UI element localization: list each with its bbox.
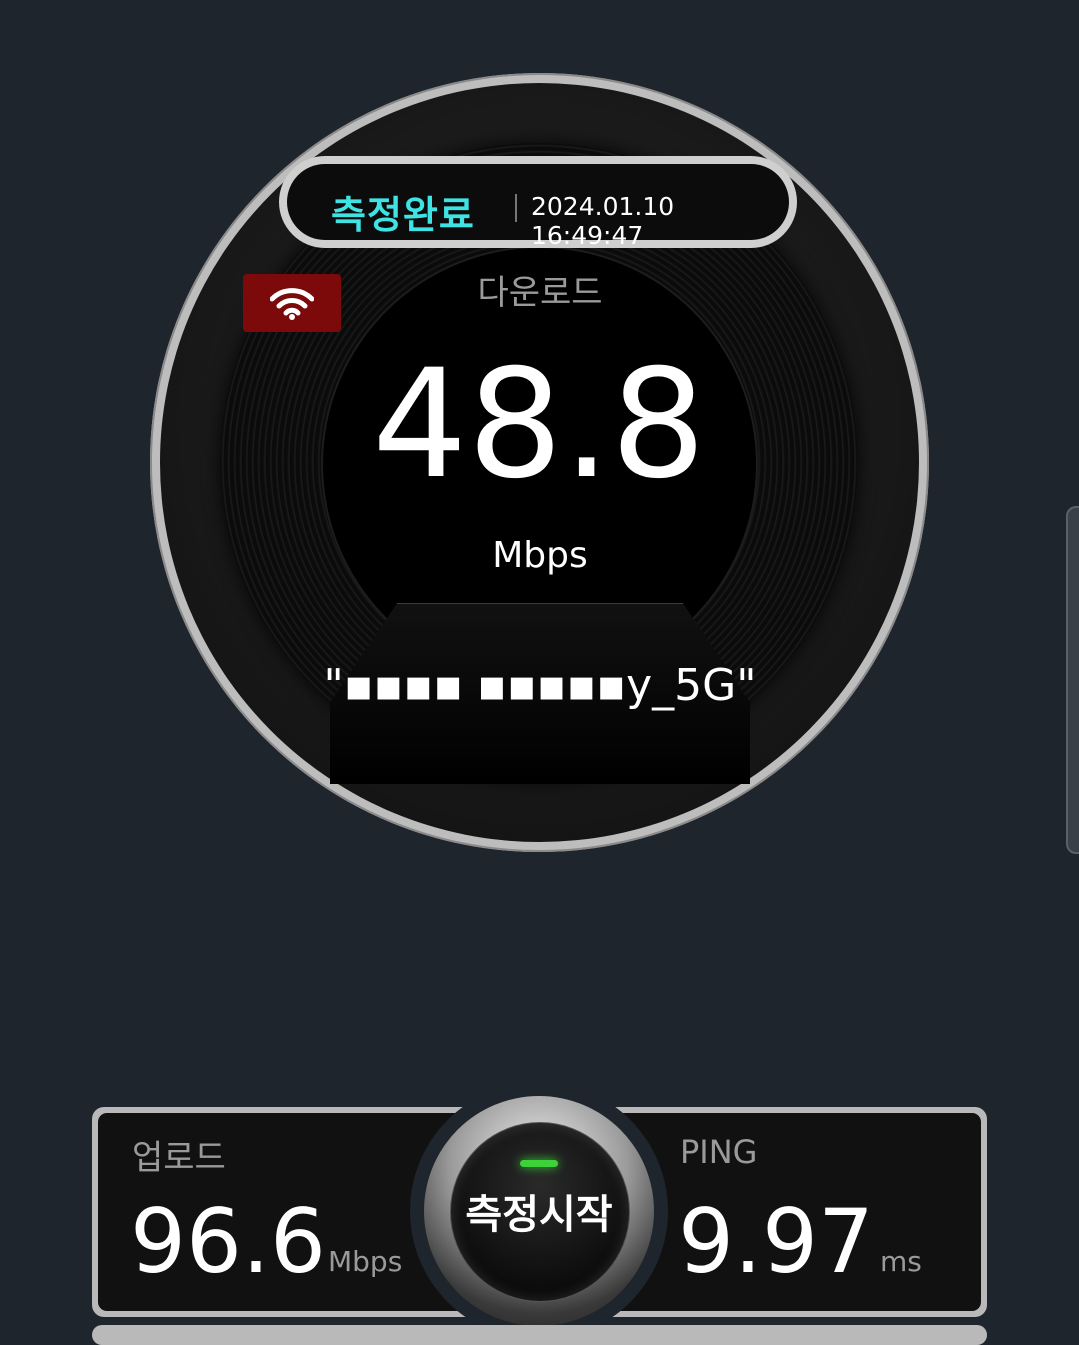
upload-unit: Mbps: [328, 1245, 403, 1278]
next-panel-edge: [92, 1325, 987, 1345]
status-divider: [515, 194, 517, 222]
ping-unit: ms: [880, 1245, 922, 1278]
network-name: "▪▪▪▪ ▪▪▪▪▪y_5G": [323, 660, 757, 711]
download-label: 다운로드: [477, 273, 603, 313]
wifi-icon: [270, 288, 314, 320]
upload-label: 업로드: [132, 1138, 226, 1178]
status-pill-inner: 측정완료 2024.01.10 16:49:47: [287, 164, 789, 250]
status-label: 측정완료: [331, 193, 475, 237]
upload-value: 96.6: [130, 1190, 326, 1293]
status-timestamp: 2024.01.10 16:49:47: [531, 192, 675, 250]
download-unit: Mbps: [492, 535, 588, 576]
ping-value: 9.97: [678, 1190, 874, 1293]
ping-label: PING: [680, 1133, 758, 1171]
start-test-label[interactable]: 측정시작: [450, 1182, 628, 1240]
status-pill: 측정완료 2024.01.10 16:49:47: [279, 156, 797, 250]
download-value: 48.8: [372, 338, 706, 512]
start-indicator-light: [520, 1160, 558, 1167]
connection-badge: [243, 274, 341, 332]
side-panel-handle[interactable]: [1066, 506, 1079, 854]
